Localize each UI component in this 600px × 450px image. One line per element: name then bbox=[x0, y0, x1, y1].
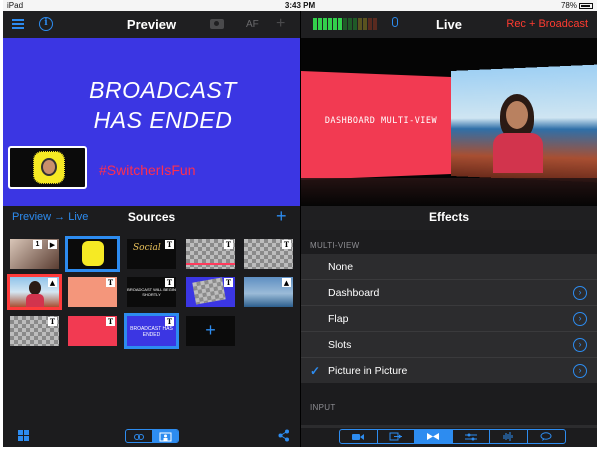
source-thumb-2[interactable] bbox=[65, 236, 120, 272]
checkmark-icon: ✓ bbox=[310, 364, 321, 378]
effect-label: Picture in Picture bbox=[328, 365, 408, 377]
effect-label: Slots bbox=[328, 339, 352, 351]
source-thumb-3-text: Social bbox=[133, 243, 161, 253]
title-tag-icon: T bbox=[106, 317, 115, 326]
source-thumb-3[interactable]: Social T bbox=[127, 239, 176, 269]
battery-icon bbox=[579, 3, 593, 9]
effect-row-none[interactable]: None bbox=[301, 254, 597, 280]
source-thumb-7[interactable]: T bbox=[68, 277, 117, 307]
layout-segmented-control[interactable] bbox=[125, 429, 179, 443]
effect-label: None bbox=[328, 261, 354, 273]
source-thumb-1[interactable]: 1 ▶ bbox=[10, 239, 59, 269]
preview-canvas[interactable]: BROADCAST HAS ENDED #SwitcherIsFun bbox=[3, 38, 300, 206]
source-thumb-13-text: BROADCAST HAS ENDED bbox=[130, 326, 173, 338]
title-tag-icon: T bbox=[48, 317, 57, 326]
title-tag-icon: T bbox=[224, 278, 233, 287]
source-thumb-5[interactable]: T bbox=[244, 239, 293, 269]
app-frame: iPad 3:43 PM 78% i Preview AF + BROADCAS… bbox=[3, 0, 597, 447]
status-bar: iPad 3:43 PM 78% bbox=[3, 0, 597, 11]
source-thumb-6[interactable]: ▲ bbox=[7, 274, 62, 310]
rec-broadcast-button[interactable]: Rec + Broadcast bbox=[506, 18, 588, 30]
input-group-label: INPUT bbox=[310, 403, 336, 412]
left-pane: i Preview AF + BROADCAST HAS ENDED #Swit… bbox=[3, 11, 300, 447]
battery-indicator: 78% bbox=[561, 1, 593, 10]
effects-header: Effects bbox=[301, 206, 597, 230]
source-thumb-8[interactable]: BROADCAST WILL BEGIN SHORTLY T bbox=[127, 277, 176, 307]
broadcast-line-2: HAS ENDED bbox=[93, 107, 233, 133]
source-thumb-10[interactable]: ▲ bbox=[244, 277, 293, 307]
title-tag-icon: T bbox=[282, 240, 291, 249]
effects-tabbar bbox=[301, 428, 597, 447]
title-tag-icon: T bbox=[224, 240, 233, 249]
clock: 3:43 PM bbox=[284, 1, 316, 10]
source-thumb-9[interactable]: T bbox=[186, 277, 235, 307]
sources-title: Sources bbox=[127, 210, 176, 224]
battery-percent: 78% bbox=[560, 1, 577, 10]
camera-tab[interactable] bbox=[340, 430, 378, 443]
multiview-group-label: MULTI-VIEW bbox=[310, 241, 360, 250]
effects-title: Effects bbox=[428, 210, 469, 224]
right-pane: Live Rec + Broadcast DASHBOARD MULTI-VIE… bbox=[301, 11, 597, 447]
chevron-right-icon[interactable]: › bbox=[573, 364, 587, 378]
video-icon: ▶ bbox=[48, 240, 57, 249]
effect-label: Dashboard bbox=[328, 287, 380, 299]
source-thumb-8-text: BROADCAST WILL BEGIN SHORTLY bbox=[127, 287, 176, 297]
source-thumb-12[interactable]: T bbox=[68, 316, 117, 346]
effect-label: Flap bbox=[328, 313, 349, 325]
effect-row-slots[interactable]: Slots › bbox=[301, 332, 597, 358]
effects-tab-group bbox=[339, 429, 566, 444]
title-tag-icon: T bbox=[106, 278, 115, 287]
person-face bbox=[506, 101, 528, 129]
share-icon[interactable] bbox=[278, 429, 290, 442]
effect-row-dashboard[interactable]: Dashboard › bbox=[301, 280, 597, 306]
source-thumb-13[interactable]: BROADCAST HAS ENDED T bbox=[124, 313, 179, 349]
effect-row-flap[interactable]: Flap › bbox=[301, 306, 597, 332]
person-body bbox=[493, 133, 543, 173]
chevron-right-icon[interactable]: › bbox=[573, 312, 587, 326]
camera-icon[interactable] bbox=[210, 19, 224, 29]
source-thumb-11[interactable]: T bbox=[10, 316, 59, 346]
broadcast-line-1: BROADCAST bbox=[89, 77, 237, 103]
sources-header: Preview → Live Sources + bbox=[3, 206, 300, 230]
chat-tab[interactable] bbox=[528, 430, 566, 443]
source-thumb-4[interactable]: T bbox=[186, 239, 235, 269]
preview-navbar: i Preview AF + bbox=[3, 11, 300, 38]
overlay-icon[interactable] bbox=[126, 430, 152, 442]
source-number-badge: 1 bbox=[33, 240, 42, 249]
plus-icon-disabled: + bbox=[276, 15, 286, 32]
audio-tab[interactable] bbox=[490, 430, 528, 443]
snapcode-image bbox=[8, 146, 87, 189]
broadcast-ended-text: BROADCAST HAS ENDED bbox=[33, 75, 293, 135]
add-source-tile[interactable]: + bbox=[186, 316, 235, 346]
multiview-tab[interactable] bbox=[415, 430, 453, 443]
chevron-right-icon[interactable]: › bbox=[573, 338, 587, 352]
live-canvas[interactable]: DASHBOARD MULTI-VIEW bbox=[301, 38, 597, 206]
snapcode-thumb-icon bbox=[82, 241, 104, 266]
photo-icon: ▲ bbox=[282, 278, 291, 287]
grid-icon[interactable] bbox=[18, 430, 29, 441]
add-source-icon[interactable]: + bbox=[276, 206, 287, 227]
output-tab[interactable] bbox=[378, 430, 415, 443]
effects-list: None Dashboard › Flap › Slots › ✓ Pictur… bbox=[301, 254, 597, 383]
snapchat-ghost-icon bbox=[33, 151, 65, 184]
title-tag-icon: T bbox=[165, 278, 174, 287]
hashtag-text: #SwitcherIsFun bbox=[99, 162, 196, 178]
sliders-tab[interactable] bbox=[453, 430, 490, 443]
title-tag-icon: T bbox=[165, 240, 174, 249]
effect-row-picture-in-picture[interactable]: ✓ Picture in Picture › bbox=[301, 358, 597, 384]
floor-reflection bbox=[301, 178, 597, 206]
live-navbar: Live Rec + Broadcast bbox=[301, 11, 597, 38]
dashboard-panel-text: DASHBOARD MULTI-VIEW bbox=[324, 116, 438, 126]
title-tag-icon: T bbox=[165, 317, 174, 326]
person-frame-icon[interactable] bbox=[152, 430, 178, 442]
left-toolbar bbox=[3, 425, 300, 447]
af-button[interactable]: AF bbox=[246, 19, 259, 30]
chevron-right-icon[interactable]: › bbox=[573, 286, 587, 300]
photo-icon: ▲ bbox=[48, 278, 57, 287]
